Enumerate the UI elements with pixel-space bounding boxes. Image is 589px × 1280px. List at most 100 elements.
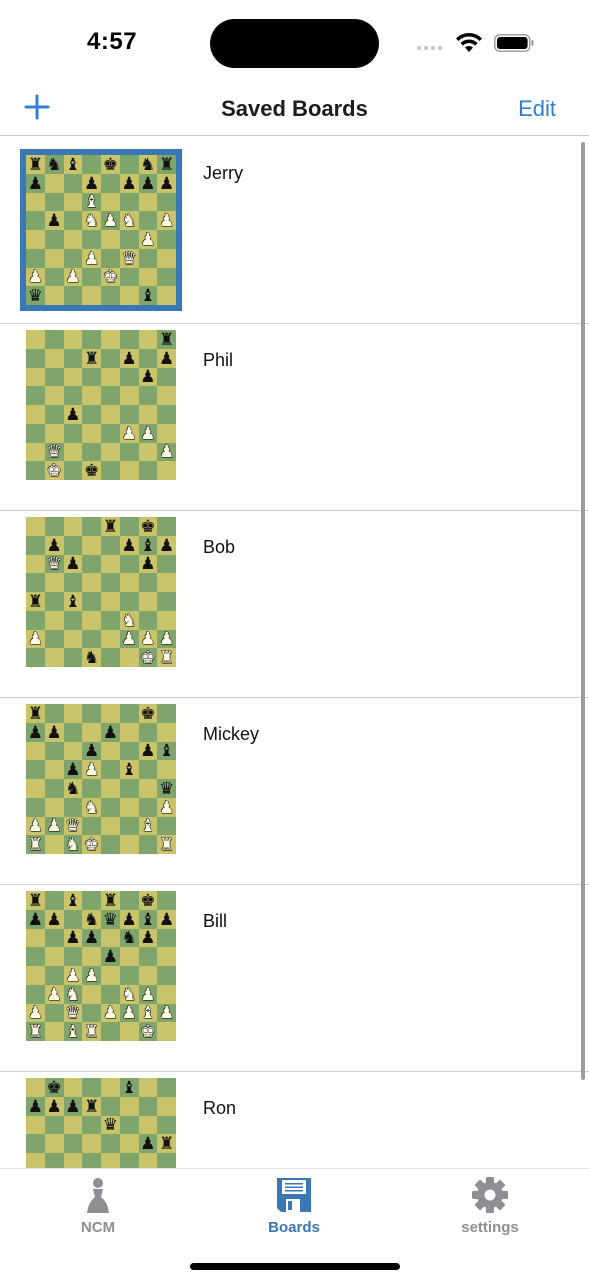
black-bishop-icon: ♝ <box>121 760 137 779</box>
black-queen-icon: ♛ <box>102 909 118 929</box>
black-pawn-icon: ♟ <box>140 928 156 948</box>
board-row[interactable]: ♜ ♜ ♟ ♟ ♟ ♟ ♟ ♟ ♛ ♟ ♚ ♚ Phil <box>0 324 589 511</box>
board-square <box>119 405 139 424</box>
board-square <box>101 173 120 193</box>
white-king-icon: ♚ <box>140 1022 156 1041</box>
board-square <box>44 173 64 193</box>
board-square <box>101 760 120 779</box>
board-square: ♝ <box>138 909 158 929</box>
board-square <box>82 1134 101 1153</box>
black-pawn-icon: ♟ <box>46 1096 62 1116</box>
scrollbar[interactable] <box>581 142 585 1080</box>
board-square: ♜ <box>157 330 176 349</box>
board-square <box>138 1115 158 1135</box>
board-square <box>82 386 101 405</box>
board-square <box>82 816 101 836</box>
board-square <box>101 192 120 212</box>
board-square <box>157 517 176 536</box>
board-square <box>119 442 139 462</box>
black-rook-icon: ♜ <box>27 592 43 611</box>
black-pawn-icon: ♟ <box>102 722 118 742</box>
plus-icon[interactable] <box>22 92 52 122</box>
board-square <box>26 230 45 249</box>
black-bishop-icon: ♝ <box>121 1078 137 1097</box>
board-square: ♟ <box>138 367 158 387</box>
board-square: ♟ <box>63 405 83 424</box>
black-pawn-icon: ♟ <box>121 173 137 193</box>
black-pawn-icon: ♟ <box>65 554 81 574</box>
board-square <box>157 816 176 836</box>
board-square <box>63 741 83 761</box>
board-square: ♟ <box>82 928 101 948</box>
board-square <box>26 348 45 368</box>
board-square: ♛ <box>101 909 120 929</box>
board-square <box>157 573 176 592</box>
board-square <box>26 797 45 817</box>
board-square <box>26 386 45 405</box>
home-indicator[interactable] <box>190 1263 400 1270</box>
board-square: ♝ <box>138 286 158 305</box>
board-square: ♜ <box>157 1134 176 1153</box>
black-knight-icon: ♞ <box>140 155 156 174</box>
board-square: ♟ <box>138 1134 158 1153</box>
board-row[interactable]: ♜ ♞ ♝ ♚ ♞ ♜ ♟ ♟ ♟ ♟ ♟ ♝ ♟ ♞ ♟ ♞ ♟ ♟ ♟ ♛ ♟ ♟ ♚ ♛ ♝ Jerry <box>0 137 589 324</box>
board-square: ♜ <box>82 1096 101 1116</box>
white-queen-icon: ♛ <box>65 1003 81 1023</box>
board-square: ♟ <box>119 423 139 443</box>
board-square <box>82 573 101 592</box>
board-square <box>82 984 101 1004</box>
edit-button[interactable]: Edit <box>518 96 556 122</box>
board-square <box>119 947 139 966</box>
board-square: ♝ <box>119 1078 139 1097</box>
white-pawn-icon: ♟ <box>65 267 81 287</box>
board-square <box>26 947 45 966</box>
board-square: ♟ <box>157 1003 176 1023</box>
board-square: ♟ <box>26 816 45 836</box>
white-rook-icon: ♜ <box>27 1022 43 1041</box>
board-square <box>101 928 120 948</box>
board-square <box>26 535 45 555</box>
tab-label: NCM <box>80 1219 116 1236</box>
saved-boards-list[interactable]: ♜ ♞ ♝ ♚ ♞ ♜ ♟ ♟ ♟ ♟ ♟ ♝ ♟ ♞ ♟ ♞ ♟ ♟ ♟ ♛ ♟ ♟ ♚ ♛ ♝ Jerry ♜ ♜ ♟ ♟ ♟ ♟ ♟ ♟ ♛ ♟… <box>0 137 589 1168</box>
board-square <box>63 367 83 387</box>
board-row[interactable]: ♜ ♚ ♟ ♟ ♝ ♟ ♛ ♟ ♟ ♜ ♝ ♞ ♟ ♟ ♟ ♟ ♞ ♚ ♜ Bob <box>0 511 589 698</box>
board-square: ♝ <box>157 741 176 761</box>
board-square <box>101 816 120 836</box>
board-row[interactable]: ♜ ♚ ♟ ♟ ♟ ♟ ♟ ♝ ♟ ♟ ♝ ♞ ♛ ♞ ♟ ♟ ♟ ♛ ♝ ♜ ♞ ♚ ♜ Mickey <box>0 698 589 885</box>
board-square: ♟ <box>157 909 176 929</box>
board-square <box>44 779 64 798</box>
board-square: ♚ <box>138 891 158 910</box>
board-square <box>82 1153 101 1168</box>
board-name: Bill <box>203 911 228 931</box>
board-square: ♟ <box>138 173 158 193</box>
board-square: ♟ <box>26 909 45 929</box>
board-square: ♝ <box>63 1022 83 1041</box>
board-row[interactable]: ♜ ♝ ♜ ♚ ♟ ♟ ♞ ♛ ♟ ♝ ♟ ♟ ♟ ♞ ♟ ♟ ♟ ♟ ♟ ♞ ♞ ♟ ♟ ♛ ♟ ♟ ♝ ♟ ♜ ♝ ♜ ♚ Bill <box>0 885 589 1072</box>
board-square <box>82 554 101 574</box>
board-square <box>157 1153 176 1168</box>
board-square: ♟ <box>26 267 45 287</box>
board-square <box>44 835 64 854</box>
black-rook-icon: ♜ <box>159 155 175 174</box>
board-square <box>44 286 64 305</box>
black-pawn-icon: ♟ <box>121 909 137 929</box>
black-pawn-icon: ♟ <box>27 173 43 193</box>
board-square <box>44 760 64 779</box>
board-square: ♟ <box>44 1096 64 1116</box>
board-square: ♜ <box>26 704 45 723</box>
black-bishop-icon: ♝ <box>65 891 81 910</box>
board-row[interactable]: ♚ ♝ ♟ ♟ ♟ ♜ ♛ ♟ ♜ Ron <box>0 1072 589 1168</box>
board-square <box>44 192 64 212</box>
board-square <box>44 1022 64 1041</box>
board-thumbnail: ♜ ♜ ♟ ♟ ♟ ♟ ♟ ♟ ♛ ♟ ♚ ♚ <box>26 330 176 480</box>
board-square <box>63 704 83 723</box>
tab-ncm[interactable]: NCM <box>38 1175 158 1236</box>
tab-settings[interactable]: settings <box>430 1175 550 1236</box>
tab-boards[interactable]: Boards <box>234 1175 354 1236</box>
board-square: ♟ <box>138 423 158 443</box>
board-square: ♚ <box>44 1078 64 1097</box>
board-square <box>138 947 158 966</box>
white-pawn-icon: ♟ <box>140 423 156 443</box>
board-square <box>157 230 176 249</box>
black-king-icon: ♚ <box>140 891 156 910</box>
